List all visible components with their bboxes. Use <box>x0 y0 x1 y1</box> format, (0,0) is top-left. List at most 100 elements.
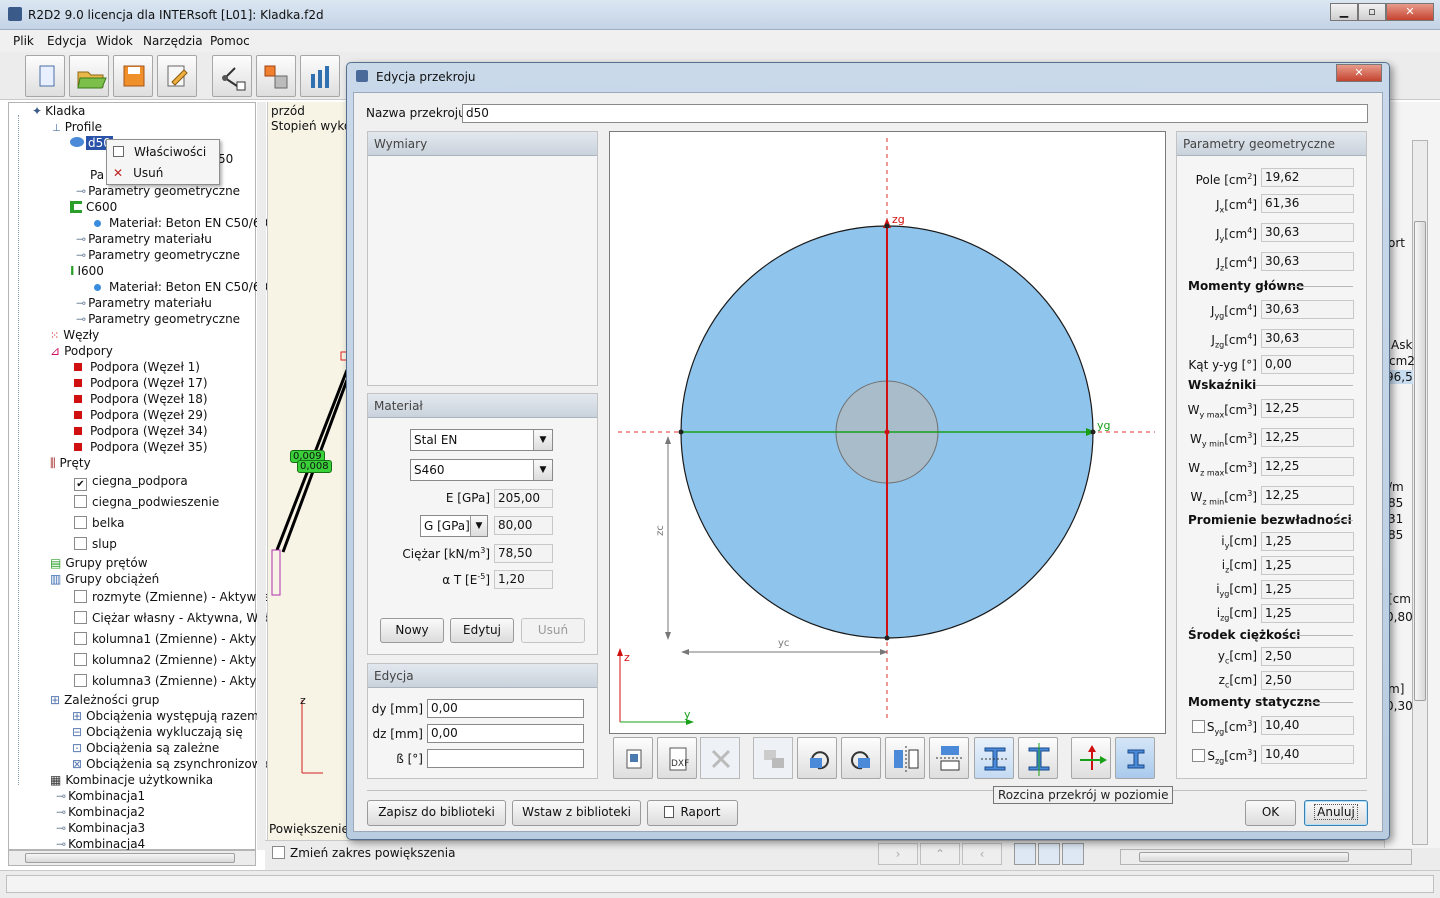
tree-obc-4[interactable]: kolumna2 (Zmienne) - Aktywn <box>74 653 274 667</box>
checkbox[interactable] <box>74 495 87 508</box>
tree-zal-1[interactable]: ⊞ Obciążenia występują razem <box>72 709 259 723</box>
cut-vertical-button[interactable] <box>1018 737 1058 779</box>
menu-narzedzia[interactable]: Narzędzia <box>143 34 203 48</box>
tree-pret-4[interactable]: slup <box>74 537 117 551</box>
tree-podpora-2[interactable]: Podpora (Węzeł 17) <box>74 376 208 390</box>
right-vscrollbar[interactable] <box>1412 140 1428 845</box>
import-section-button[interactable] <box>613 737 653 779</box>
zoom-fit-button[interactable] <box>1014 843 1036 865</box>
tree-zal-3[interactable]: ⊡ Obciążenia są zależne <box>72 741 219 755</box>
node-tool-button[interactable] <box>212 55 252 97</box>
new-file-button[interactable] <box>25 55 65 97</box>
import-dxf-button[interactable]: DXF <box>657 737 697 779</box>
context-menu-delete[interactable]: ✕ Usuń <box>113 166 217 180</box>
mirror-horizontal-button[interactable] <box>929 737 969 779</box>
menu-plik[interactable]: Plik <box>13 34 34 48</box>
zoom-grid-button[interactable] <box>1038 843 1060 865</box>
insert-from-library-button[interactable]: Wstaw z biblioteki <box>512 800 641 826</box>
tree-pret-3[interactable]: belka <box>74 516 124 530</box>
report-button[interactable]: Raport <box>647 800 738 826</box>
tree-wezly[interactable]: ⁙ Węzły <box>50 328 99 342</box>
tree-i600-params-geo[interactable]: ⊸ Parametry geometryczne <box>76 312 240 326</box>
tree-podpory[interactable]: ⊿ Podpory <box>50 344 113 358</box>
tree-komb-2[interactable]: ⊸ Kombinacja2 <box>56 805 145 819</box>
delete-shape-button[interactable] <box>700 737 740 779</box>
tree-obc-5[interactable]: kolumna3 (Zmienne) - Aktywn <box>74 674 274 688</box>
checkbox[interactable] <box>74 632 87 645</box>
tree-c600-params-mat[interactable]: ⊸ Parametry materiału <box>76 232 212 246</box>
tree-root[interactable]: ✦ Kladka <box>32 104 85 118</box>
tree-obc-1[interactable]: rozmyte (Zmienne) - Aktywna, <box>74 590 275 604</box>
right-hscrollbar[interactable] <box>1120 849 1412 865</box>
checkbox[interactable] <box>272 846 285 859</box>
edit-list-button[interactable] <box>157 55 197 97</box>
axes-button[interactable] <box>1071 737 1111 779</box>
material-edit-button[interactable]: Edytuj <box>450 618 514 643</box>
tree-komb-4[interactable]: ⊸ Kombinacja4 <box>56 837 145 851</box>
nav-prev-button[interactable]: ‹ <box>962 843 1002 865</box>
tree-obc-3[interactable]: kolumna1 (Zmienne) - Aktywn <box>74 632 274 646</box>
nav-up-button[interactable]: ⌃ <box>920 843 960 865</box>
szg-checkbox[interactable] <box>1192 749 1205 762</box>
material-standard-select[interactable]: Stal EN <box>410 429 553 451</box>
tree-obc-2[interactable]: Ciężar własny - Aktywna, Wido <box>74 611 276 625</box>
tree-zal-4[interactable]: ⊠ Obciążenia są zsynchronizowa <box>72 757 269 771</box>
dz-input[interactable]: 0,00 <box>427 724 584 743</box>
tree-komb-1[interactable]: ⊸ Kombinacja1 <box>56 789 145 803</box>
section-name-input[interactable]: d50 <box>462 104 1368 123</box>
material-grade-select[interactable]: S460 <box>410 459 553 481</box>
menu-edycja[interactable]: Edycja <box>47 34 87 48</box>
tree-podpora-6[interactable]: Podpora (Węzeł 35) <box>74 440 208 454</box>
ok-button[interactable]: OK <box>1245 800 1296 826</box>
mirror-vertical-button[interactable] <box>885 737 925 779</box>
group-shapes-button[interactable] <box>753 737 793 779</box>
tree-podpora-3[interactable]: Podpora (Węzeł 18) <box>74 392 208 406</box>
minimize-button[interactable]: ▁ <box>1330 3 1358 21</box>
menu-pomoc[interactable]: Pomoc <box>210 34 250 48</box>
nav-next-button[interactable]: › <box>878 843 918 865</box>
zoom-range-checkbox[interactable]: Zmień zakres powiększenia <box>272 846 455 860</box>
tree-i600[interactable]: I I600 <box>70 264 104 278</box>
close-window-button[interactable]: ✕ <box>1386 3 1434 21</box>
tree-podpora-5[interactable]: Podpora (Węzeł 34) <box>74 424 208 438</box>
checkbox[interactable] <box>74 537 87 550</box>
dialog-close-button[interactable]: ✕ <box>1336 64 1382 82</box>
right-hscroll-thumb[interactable] <box>1139 852 1349 862</box>
g-unit-dropdown-button[interactable]: ▼ <box>470 516 487 536</box>
tree-hscrollbar[interactable] <box>8 850 256 866</box>
centroid-button[interactable] <box>1115 737 1155 779</box>
cancel-button[interactable]: Anuluj <box>1304 800 1368 826</box>
material-delete-button[interactable]: Usuń <box>521 618 585 643</box>
zoom-window-button[interactable] <box>1062 843 1084 865</box>
tree-c600[interactable]: C600 <box>70 200 117 214</box>
tree-d50-params-geo[interactable]: ⊸ Parametry geometryczne <box>76 184 240 198</box>
menu-widok[interactable]: Widok <box>96 34 133 48</box>
tree-zaleznosci[interactable]: ⊞ Zależności grup <box>50 693 159 707</box>
tree-podpora-4[interactable]: Podpora (Węzeł 29) <box>74 408 208 422</box>
tree-grupy-pretow[interactable]: ▤ Grupy prętów <box>50 556 148 570</box>
checkbox[interactable] <box>74 590 87 603</box>
checkbox[interactable] <box>74 674 87 687</box>
save-to-library-button[interactable]: Zapisz do biblioteki <box>367 800 506 826</box>
tree-pret-1[interactable]: ✔ ciegna_podpora <box>74 474 188 491</box>
material-new-button[interactable]: Nowy <box>380 618 444 643</box>
checkbox[interactable] <box>74 516 87 529</box>
checkbox[interactable] <box>74 653 87 666</box>
chart-tool-button[interactable] <box>300 55 340 97</box>
dy-input[interactable]: 0,00 <box>427 699 584 718</box>
tree-podpora-1[interactable]: Podpora (Węzeł 1) <box>74 360 200 374</box>
checkbox[interactable] <box>74 611 87 624</box>
tree-kombinacje[interactable]: ▦ Kombinacje użytkownika <box>50 773 213 787</box>
tree-grupy-obciazen[interactable]: ▥ Grupy obciążeń <box>50 572 159 586</box>
maximize-button[interactable]: ▫ <box>1358 3 1386 21</box>
save-button[interactable] <box>113 55 153 97</box>
tree-c600-material[interactable]: Materiał: Beton EN C50/60 <box>94 216 268 230</box>
material-standard-dropdown-button[interactable]: ▼ <box>533 430 552 450</box>
cut-horizontal-button[interactable] <box>974 737 1014 779</box>
tree-prety[interactable]: ⫼ Pręty <box>50 456 91 471</box>
tree-hscroll-thumb[interactable] <box>25 853 235 863</box>
tree-komb-3[interactable]: ⊸ Kombinacja3 <box>56 821 145 835</box>
rotate-right-button[interactable] <box>841 737 881 779</box>
tree-i600-material[interactable]: Materiał: Beton EN C50/60 <box>94 280 268 294</box>
context-menu-properties[interactable]: Właściwości <box>113 145 217 159</box>
